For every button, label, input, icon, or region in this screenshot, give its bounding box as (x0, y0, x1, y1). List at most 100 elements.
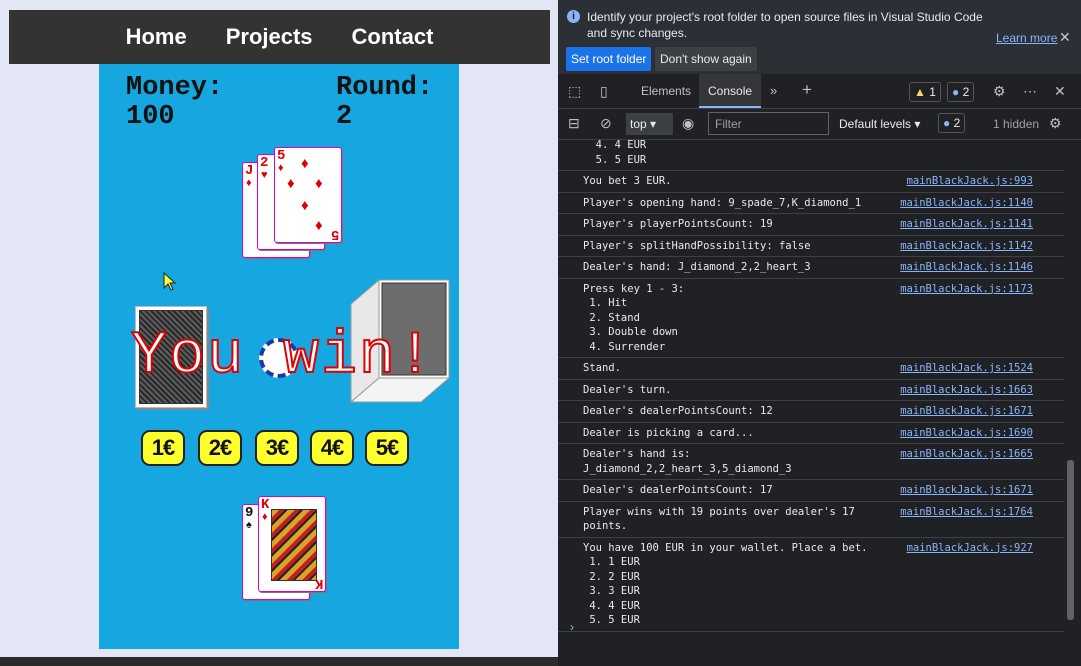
close-devtools-icon[interactable]: ✕ (1054, 83, 1066, 100)
device-toolbar-icon[interactable]: ▯ (600, 83, 608, 100)
console-message-text: Dealer's hand is: J_diamond_2,2_heart_3,… (583, 448, 792, 475)
nav-projects-link[interactable]: Projects (226, 24, 313, 50)
live-expression-eye-icon[interactable]: ◉ (682, 115, 694, 132)
console-issues-count: 2 (953, 116, 961, 130)
console-message: Stand. mainBlackJack.js:1524 (558, 358, 1068, 380)
diamond-pip-icon: ♦ (315, 175, 323, 192)
console-message-text: Player's opening hand: 9_spade_7,K_diamo… (583, 196, 862, 209)
console-message-text: Dealer's turn. (583, 383, 672, 396)
more-tabs-icon[interactable]: » (770, 83, 777, 98)
console-message-text: Player's playerPointsCount: 19 (583, 218, 773, 230)
source-link[interactable]: mainBlackJack.js:1146 (900, 260, 1033, 275)
source-link[interactable]: mainBlackJack.js:993 (907, 174, 1033, 189)
diamond-pip-icon: ♦ (301, 197, 309, 214)
heart-icon: ♥ (261, 169, 268, 181)
console-message-text: 4. 4 EUR 5. 5 EUR (595, 140, 647, 166)
console-message: You have 100 EUR in your wallet. Place a… (558, 538, 1068, 632)
console-message: Dealer's dealerPointsCount: 12 mainBlackJ… (558, 401, 1068, 423)
console-message-text: Press key 1 - 3: 1. Hit 2. Stand 3. Doub… (583, 282, 685, 353)
console-settings-gear-icon[interactable]: ⚙ (1049, 115, 1062, 132)
card-rank: 5 (330, 226, 339, 242)
bet-chip-3-button[interactable]: 3€ (255, 430, 299, 466)
tab-elements[interactable]: Elements (641, 74, 691, 108)
source-link[interactable]: mainBlackJack.js:1671 (900, 404, 1033, 419)
source-link[interactable]: mainBlackJack.js:1142 (900, 239, 1033, 254)
issues-badge[interactable]: ● 2 (947, 82, 975, 102)
sidebar-toggle-icon[interactable]: ⊟ (568, 115, 580, 132)
source-link[interactable]: mainBlackJack.js:1671 (900, 483, 1033, 498)
console-message-text: You bet 3 EUR. (583, 175, 672, 187)
console-message: You bet 3 EUR. mainBlackJack.js:993 (558, 171, 1068, 193)
log-levels-dropdown[interactable]: Default levels ▾ (839, 117, 920, 131)
diamond-pip-icon: ♦ (315, 217, 323, 234)
close-icon[interactable]: ✕ (1059, 29, 1071, 46)
source-link[interactable]: mainBlackJack.js:1663 (900, 383, 1033, 398)
console-prompt[interactable]: › (570, 620, 574, 634)
source-link[interactable]: mainBlackJack.js:1140 (900, 196, 1033, 211)
console-message-text: Dealer's hand: J_diamond_2,2_heart_3 (583, 261, 811, 273)
bet-chip-2-button[interactable]: 2€ (198, 430, 242, 466)
issue-icon: ● (943, 116, 951, 130)
source-link[interactable]: mainBlackJack.js:1690 (900, 426, 1033, 441)
filter-input[interactable] (708, 112, 829, 135)
round-value: 2 (336, 102, 353, 132)
console-scrollbar[interactable] (1064, 140, 1076, 640)
source-link[interactable]: mainBlackJack.js:1173 (900, 282, 1033, 297)
console-message: Player's opening hand: 9_spade_7,K_diamo… (558, 193, 1068, 214)
warnings-badge[interactable]: ▲ 1 (909, 82, 941, 102)
info-icon: i (567, 10, 580, 23)
result-message: You win! (130, 322, 436, 392)
diamond-icon: ♦ (262, 511, 268, 523)
money-label: Money: (126, 73, 224, 103)
page-bottom-bar (0, 657, 558, 666)
set-root-folder-button[interactable]: Set root folder (566, 47, 652, 71)
console-message: Dealer's hand: J_diamond_2,2_heart_3 main… (558, 257, 1068, 279)
source-link[interactable]: mainBlackJack.js:1524 (900, 361, 1033, 376)
diamond-pip-icon: ♦ (301, 155, 309, 172)
context-select[interactable]: top ▾ (626, 113, 673, 135)
bet-chip-1-button[interactable]: 1€ (141, 430, 185, 466)
issue-icon: ● (952, 85, 960, 99)
inspect-element-icon[interactable]: ⬚ (568, 83, 581, 100)
bet-chip-4-button[interactable]: 4€ (310, 430, 354, 466)
log-levels-label: Default levels (839, 117, 912, 131)
scrollbar-thumb[interactable] (1067, 460, 1074, 620)
console-toolbar: ⊟ ⊘ top ▾ ◉ Default levels ▾ ● 2 1 hidde… (558, 109, 1081, 140)
source-link[interactable]: mainBlackJack.js:927 (907, 541, 1033, 556)
dealer-card-3: 5 ♦ ♦ ♦ ♦ ♦ ♦ 5 (274, 147, 342, 243)
player-card-2: K ♦ K (258, 496, 326, 592)
devtools-tab-bar: ⬚ ▯ Elements Console » + ▲ 1 ● 2 ⚙ ⋯ ✕ (558, 74, 1081, 109)
hidden-messages-count: 1 hidden (993, 117, 1040, 131)
source-link[interactable]: mainBlackJack.js:1141 (900, 217, 1033, 232)
king-face-art (271, 509, 317, 581)
settings-gear-icon[interactable]: ⚙ (993, 83, 1006, 100)
clear-console-icon[interactable]: ⊘ (600, 115, 612, 132)
context-value: top (630, 117, 647, 131)
console-message: Dealer is picking a card... mainBlackJack… (558, 423, 1068, 444)
warnings-count: 1 (929, 85, 936, 99)
source-link[interactable]: mainBlackJack.js:1764 (900, 505, 1033, 520)
devtools-panel: i Identify your project's root folder to… (558, 0, 1081, 666)
money-value: 100 (126, 102, 175, 132)
nav-contact-link[interactable]: Contact (352, 24, 434, 50)
nav-home-link[interactable]: Home (126, 24, 187, 50)
web-page: Home Projects Contact Money: 100 Round: … (0, 0, 558, 666)
bet-chip-5-button[interactable]: 5€ (365, 430, 409, 466)
console-issues-badge[interactable]: ● 2 (938, 113, 966, 133)
banner-message: Identify your project's root folder to o… (587, 10, 983, 40)
more-options-icon[interactable]: ⋯ (1023, 83, 1037, 100)
source-link[interactable]: mainBlackJack.js:1665 (900, 447, 1033, 462)
card-rank: 5 (277, 148, 286, 164)
plus-icon[interactable]: + (802, 80, 812, 100)
tab-console[interactable]: Console (699, 74, 762, 108)
mouse-cursor-icon (163, 272, 177, 291)
learn-more-link[interactable]: Learn more (996, 31, 1057, 45)
top-navigation: Home Projects Contact (9, 10, 550, 64)
console-message-text: You have 100 EUR in your wallet. Place a… (583, 541, 868, 627)
dont-show-again-button[interactable]: Don't show again (655, 47, 757, 71)
warning-icon: ▲ (914, 85, 926, 99)
console-message: 4. 4 EUR 5. 5 EUR (558, 140, 1068, 171)
card-rank: 9 (245, 505, 254, 521)
card-rank: K (261, 497, 270, 513)
blackjack-table: Money: 100 Round: 2 J ♦ 2 ♥ 5 ♦ ♦ ♦ ♦ ♦ … (99, 64, 459, 649)
